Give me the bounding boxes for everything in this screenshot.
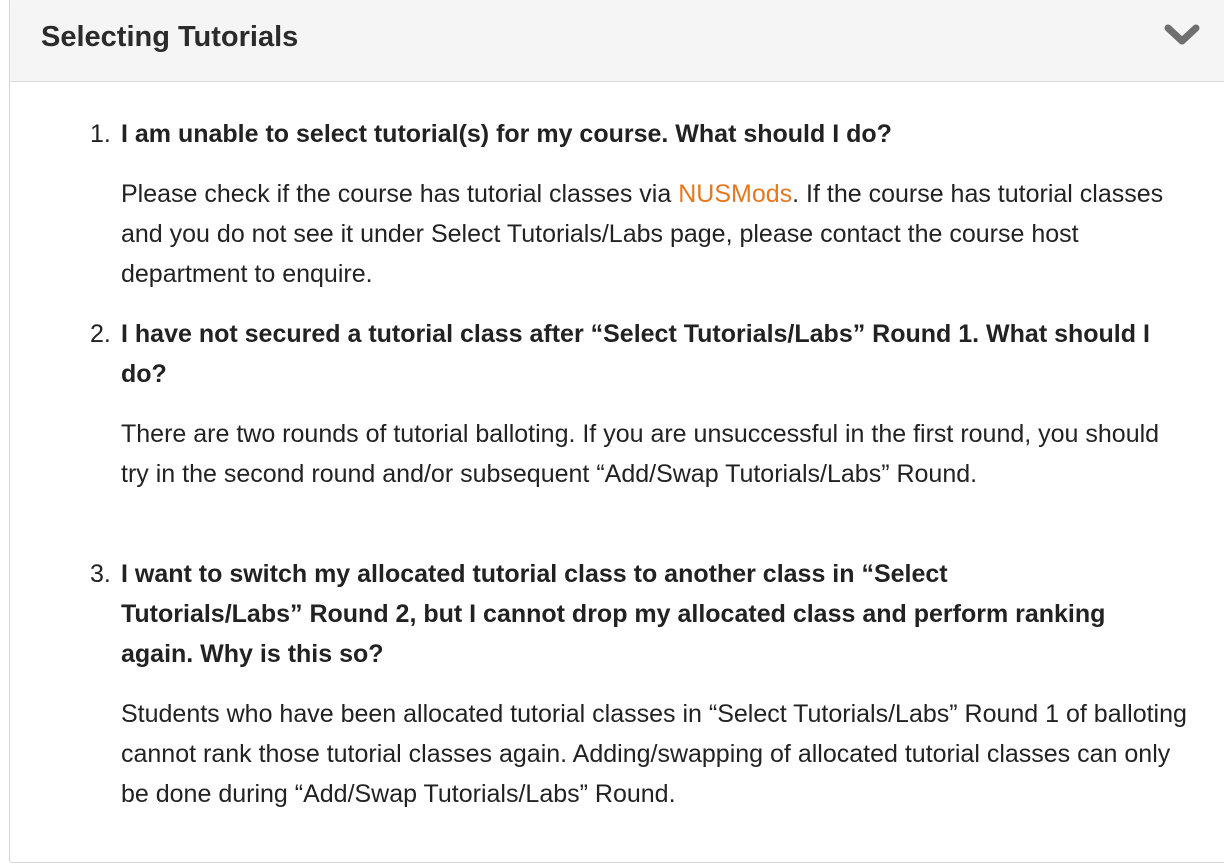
question-text: I want to switch my allocated tutorial c…: [121, 560, 1106, 668]
question-text: I have not secured a tutorial class afte…: [121, 320, 1150, 388]
answer-text: Please check if the course has tutorial …: [121, 174, 1201, 294]
question-number: 1.: [90, 120, 111, 148]
answer-text: Students who have been allocated tutoria…: [121, 700, 1187, 808]
panel-title: Selecting Tutorials: [41, 21, 299, 53]
panel-header[interactable]: Selecting Tutorials: [10, 0, 1224, 82]
question-text: I am unable to select tutorial(s) for my…: [121, 120, 892, 148]
faq-panel: Selecting Tutorials 1. I am unable to se…: [9, 0, 1224, 863]
chevron-down-icon[interactable]: [1164, 22, 1200, 48]
nusmods-link[interactable]: NUSMods: [678, 180, 792, 208]
question-number: 3.: [90, 560, 111, 588]
answer-text: There are two rounds of tutorial balloti…: [121, 420, 1160, 488]
question-number: 2.: [90, 320, 111, 348]
answer-text-part: Please check if the course has tutorial …: [121, 180, 679, 208]
